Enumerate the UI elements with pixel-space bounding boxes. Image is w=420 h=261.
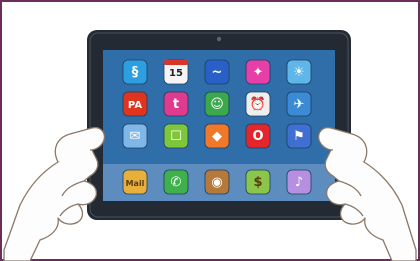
opera-app-glyph: O [252,129,263,144]
right-hand [317,126,417,261]
robot-app-icon[interactable]: ☐ [163,123,189,149]
camera-lens [216,36,222,42]
spring-app-icon[interactable]: § [122,59,148,85]
tablet-scene: § 15 ~ ✦ ☀ PA t ☺ ⏰ ✈ ✉ ☐ ◆ O ⚑ Mail ✆ ◉ $ ♪ [0,0,420,261]
left-palm [3,145,99,261]
pa-app-icon[interactable]: PA [122,91,148,117]
flag-app-glyph: ⚑ [293,129,305,144]
bird-app-icon[interactable]: ✈ [286,91,312,117]
ghost-app-icon[interactable]: ☺ [204,91,230,117]
mail-envelope-app-glyph: ✉ [130,129,141,144]
calendar-header-band [164,60,188,65]
pa-app-label: PA [128,100,142,111]
camera-app-glyph: ◉ [211,175,222,190]
illustration: § 15 ~ ✦ ☀ PA t ☺ ⏰ ✈ ✉ ☐ ◆ O ⚑ Mail ✆ ◉ $ ♪ [0,0,420,261]
music-app-glyph: ♪ [295,175,303,190]
tumblr-app-glyph: t [173,97,179,112]
camera-app-icon[interactable]: ◉ [204,169,230,195]
phone-app-icon[interactable]: ✆ [163,169,189,195]
alarm-clock-app-glyph: ⏰ [250,95,266,112]
weather-app-glyph: ☀ [293,65,305,80]
left-hand [3,126,106,261]
money-app-glyph: $ [253,175,262,190]
spring-app-glyph: § [132,65,139,80]
satellite-app-icon[interactable]: ✦ [245,59,271,85]
tumblr-app-icon[interactable]: t [163,91,189,117]
calendar-app-label: 15 [169,68,183,79]
alarm-clock-app-icon[interactable]: ⏰ [245,91,271,117]
dolphin-app-glyph: ~ [212,65,223,80]
opera-app-icon[interactable]: O [245,123,271,149]
ghost-app-glyph: ☺ [210,97,224,112]
flag-app-icon[interactable]: ⚑ [286,123,312,149]
phone-app-glyph: ✆ [171,175,182,190]
right-palm [324,145,417,261]
satellite-app-glyph: ✦ [253,65,264,80]
weather-app-icon[interactable]: ☀ [286,59,312,85]
candy-app-icon[interactable]: ◆ [204,123,230,149]
money-app-icon[interactable]: $ [245,169,271,195]
dolphin-app-icon[interactable]: ~ [204,59,230,85]
candy-app-glyph: ◆ [212,129,222,144]
mail-app-label: Mail [126,179,145,188]
tablet: § 15 ~ ✦ ☀ PA t ☺ ⏰ ✈ ✉ ☐ ◆ O ⚑ Mail ✆ ◉ $ ♪ [87,30,351,220]
calendar-app-icon[interactable]: 15 [163,59,189,85]
music-app-icon[interactable]: ♪ [286,169,312,195]
bird-app-glyph: ✈ [294,97,305,112]
mail-envelope-app-icon[interactable]: ✉ [122,123,148,149]
mail-app-icon[interactable]: Mail [122,169,148,195]
robot-app-glyph: ☐ [170,129,182,144]
